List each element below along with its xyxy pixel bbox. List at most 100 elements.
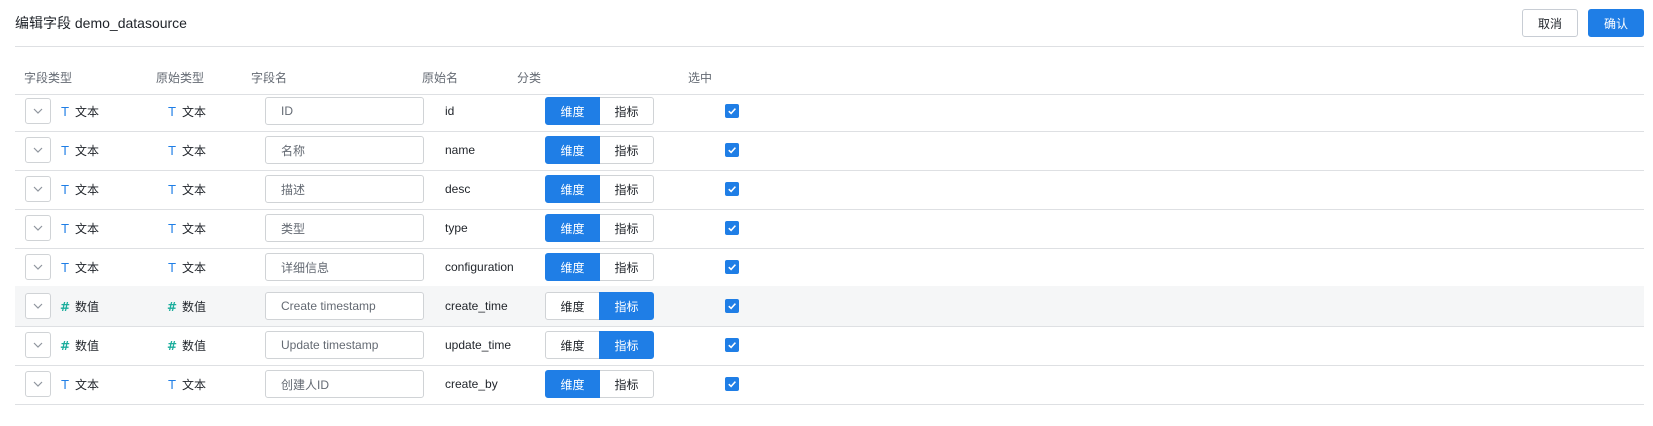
select-checkbox[interactable] — [725, 377, 739, 391]
category-dimension-button[interactable]: 维度 — [545, 136, 600, 164]
cancel-button[interactable]: 取消 — [1522, 9, 1578, 37]
field-type-label: 文本 — [75, 105, 100, 119]
original-type: T 文本 — [166, 103, 206, 120]
field-type-dropdown[interactable] — [25, 215, 51, 241]
field-type-label: 文本 — [75, 183, 100, 197]
field-type-label: 数值 — [75, 300, 100, 314]
table-row: # 数值 # 数值 Update timestamp update_time 维度 指标 — [15, 325, 1644, 366]
original-type: T 文本 — [166, 220, 206, 237]
category-metric-button[interactable]: 指标 — [599, 292, 654, 320]
field-type-dropdown[interactable] — [25, 98, 51, 124]
category-metric-button[interactable]: 指标 — [599, 370, 654, 398]
category-metric-button[interactable]: 指标 — [599, 97, 654, 125]
column-header-field-type: 字段类型 — [24, 71, 73, 85]
table-row: T 文本 T 文本 ID id 维度 指标 — [15, 91, 1644, 132]
field-type: T 文本 — [59, 220, 99, 237]
category-toggle: 维度 指标 — [545, 214, 654, 242]
field-type: T 文本 — [59, 103, 99, 120]
category-dimension-button[interactable]: 维度 — [545, 370, 600, 398]
original-type-label: 数值 — [182, 300, 207, 314]
select-checkbox[interactable] — [725, 104, 739, 118]
text-type-icon: T — [168, 182, 176, 197]
original-type-label: 文本 — [182, 183, 207, 197]
text-type-icon: T — [168, 143, 176, 158]
category-dimension-button[interactable]: 维度 — [545, 175, 600, 203]
text-type-icon: T — [61, 143, 69, 158]
category-metric-button[interactable]: 指标 — [599, 214, 654, 242]
original-name: create_by — [445, 377, 498, 391]
original-type-label: 文本 — [182, 261, 207, 275]
field-name-input[interactable]: 类型 — [265, 214, 424, 242]
category-toggle: 维度 指标 — [545, 175, 654, 203]
chevron-down-icon — [33, 225, 43, 231]
field-type-dropdown[interactable] — [25, 137, 51, 163]
table-header: 字段类型 原始类型 字段名 原始名 分类 选中 — [15, 61, 1644, 95]
category-dimension-button[interactable]: 维度 — [545, 214, 600, 242]
chevron-down-icon — [33, 264, 43, 270]
column-header-original-name: 原始名 — [422, 71, 459, 85]
table-row: T 文本 T 文本 创建人ID create_by 维度 指标 — [15, 364, 1644, 405]
category-dimension-button[interactable]: 维度 — [545, 292, 600, 320]
page-header: 编辑字段 demo_datasource 取消 确认 — [0, 0, 1653, 46]
text-type-icon: T — [168, 260, 176, 275]
original-type: # 数值 — [166, 337, 206, 354]
field-type-dropdown[interactable] — [25, 332, 51, 358]
original-type-label: 文本 — [182, 105, 207, 119]
original-type-label: 文本 — [182, 144, 207, 158]
select-checkbox[interactable] — [725, 260, 739, 274]
chevron-down-icon — [33, 147, 43, 153]
field-type-dropdown[interactable] — [25, 176, 51, 202]
field-type-label: 文本 — [75, 378, 100, 392]
confirm-button[interactable]: 确认 — [1588, 9, 1644, 37]
field-name-input[interactable]: 详细信息 — [265, 253, 424, 281]
field-name-input[interactable]: ID — [265, 97, 424, 125]
field-name-input[interactable]: 描述 — [265, 175, 424, 203]
category-dimension-button[interactable]: 维度 — [545, 97, 600, 125]
text-type-icon: T — [168, 104, 176, 119]
select-checkbox[interactable] — [725, 221, 739, 235]
checkbox-checked-icon — [728, 264, 736, 271]
checkbox-checked-icon — [728, 108, 736, 115]
select-checkbox[interactable] — [725, 299, 739, 313]
table-row: T 文本 T 文本 详细信息 configuration 维度 指标 — [15, 247, 1644, 288]
field-type: # 数值 — [59, 298, 99, 315]
field-type: # 数值 — [59, 337, 99, 354]
field-type: T 文本 — [59, 259, 99, 276]
text-type-icon: T — [61, 221, 69, 236]
number-type-icon: # — [166, 299, 178, 314]
category-metric-button[interactable]: 指标 — [599, 331, 654, 359]
chevron-down-icon — [33, 342, 43, 348]
field-type: T 文本 — [59, 181, 99, 198]
column-header-selected: 选中 — [688, 71, 713, 85]
select-checkbox[interactable] — [725, 143, 739, 157]
category-metric-button[interactable]: 指标 — [599, 175, 654, 203]
number-type-icon: # — [166, 338, 178, 353]
original-type-label: 数值 — [182, 339, 207, 353]
select-checkbox[interactable] — [725, 182, 739, 196]
checkbox-checked-icon — [728, 186, 736, 193]
original-type: T 文本 — [166, 259, 206, 276]
field-type-dropdown[interactable] — [25, 254, 51, 280]
category-metric-button[interactable]: 指标 — [599, 136, 654, 164]
category-dimension-button[interactable]: 维度 — [545, 331, 600, 359]
category-toggle: 维度 指标 — [545, 136, 654, 164]
field-name-input[interactable]: 创建人ID — [265, 370, 424, 398]
field-type-dropdown[interactable] — [25, 371, 51, 397]
category-dimension-button[interactable]: 维度 — [545, 253, 600, 281]
field-name-input[interactable]: Create timestamp — [265, 292, 424, 320]
original-type-label: 文本 — [182, 222, 207, 236]
chevron-down-icon — [33, 108, 43, 114]
category-metric-button[interactable]: 指标 — [599, 253, 654, 281]
text-type-icon: T — [61, 104, 69, 119]
table-row: T 文本 T 文本 类型 type 维度 指标 — [15, 208, 1644, 249]
number-type-icon: # — [59, 338, 71, 353]
original-name: create_time — [445, 299, 508, 313]
category-toggle: 维度 指标 — [545, 97, 654, 125]
original-type: T 文本 — [166, 181, 206, 198]
field-name-input[interactable]: 名称 — [265, 136, 424, 164]
field-type: T 文本 — [59, 142, 99, 159]
field-type-label: 文本 — [75, 222, 100, 236]
field-name-input[interactable]: Update timestamp — [265, 331, 424, 359]
select-checkbox[interactable] — [725, 338, 739, 352]
field-type-dropdown[interactable] — [25, 293, 51, 319]
